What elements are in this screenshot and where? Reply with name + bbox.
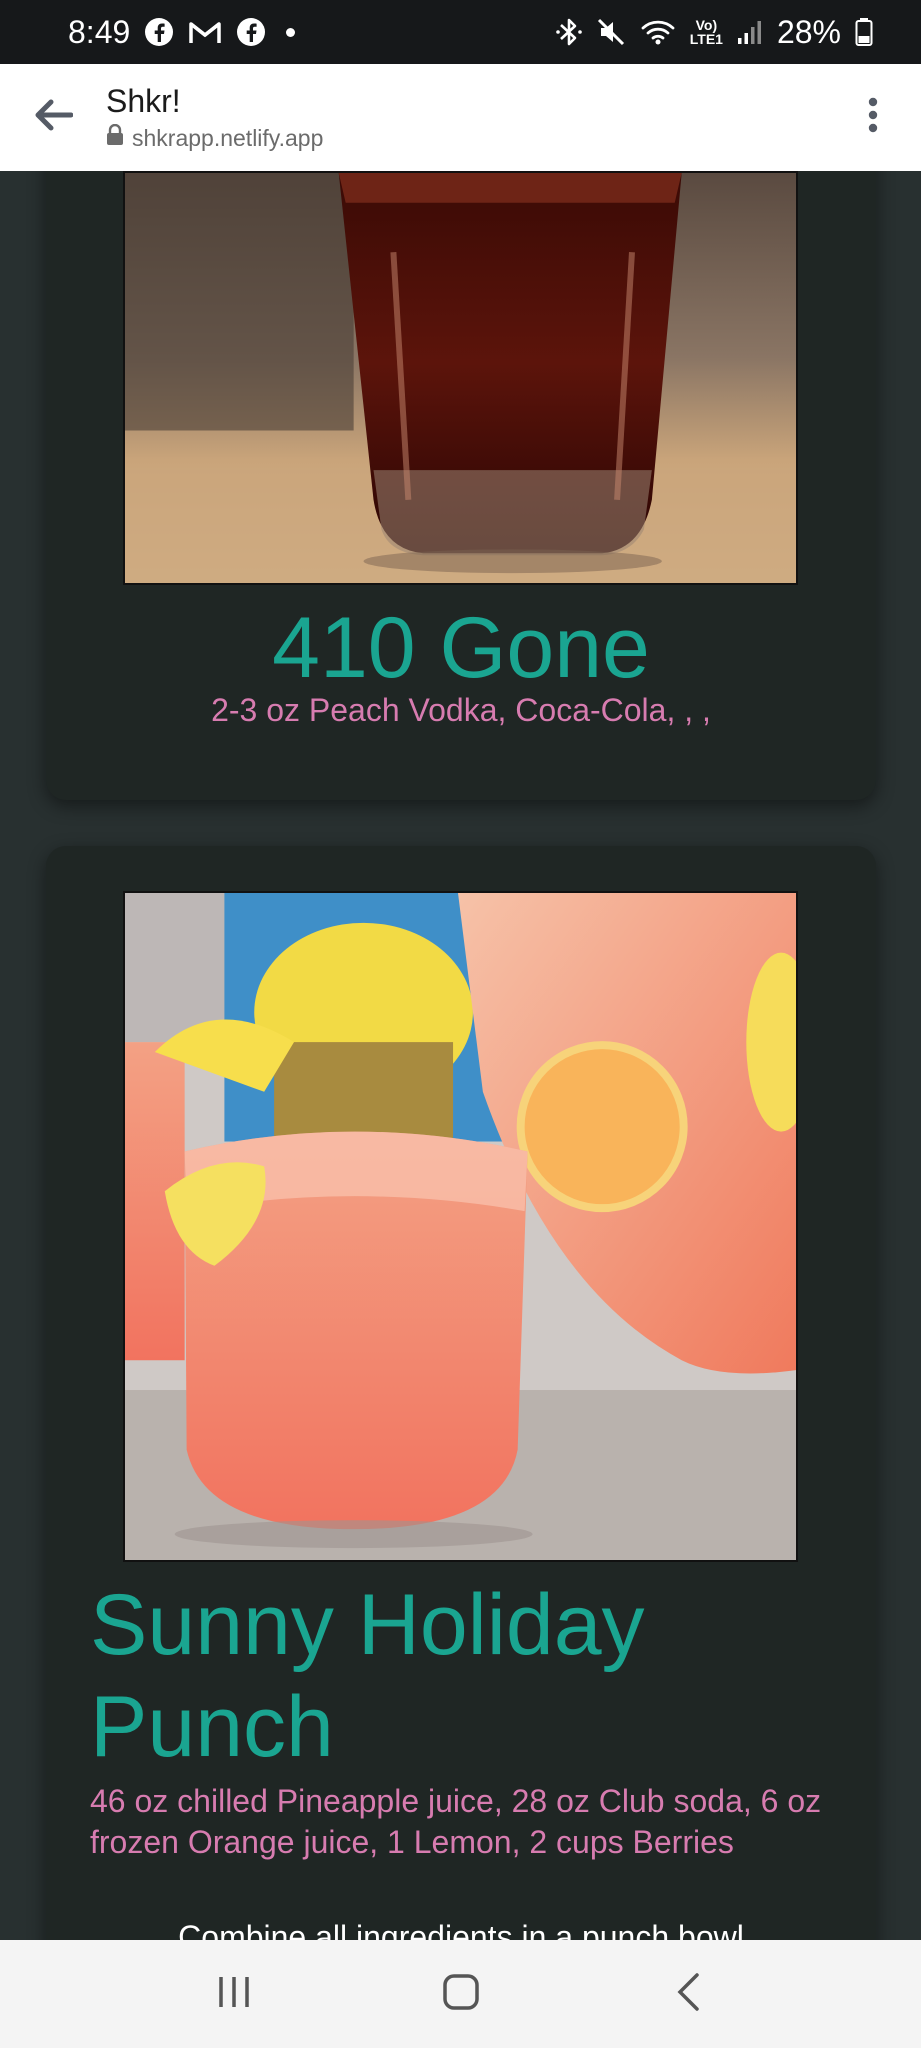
status-bar: 8:49 Vo) LTE1 28% bbox=[0, 0, 921, 64]
drink-card[interactable]: Sunny Holiday Punch 46 oz chilled Pineap… bbox=[46, 846, 876, 1940]
url-text: shkrapp.netlify.app bbox=[132, 124, 324, 151]
overflow-menu-button[interactable] bbox=[843, 85, 903, 151]
status-left: 8:49 bbox=[68, 13, 296, 51]
recent-apps-icon bbox=[217, 1975, 251, 2014]
bluetooth-icon bbox=[555, 16, 582, 48]
drink-ingredients: 2-3 oz Peach Vodka, Coca-Cola, , , bbox=[211, 692, 711, 728]
facebook-icon bbox=[236, 17, 266, 47]
drink-name: 410 Gone bbox=[272, 600, 650, 696]
recent-apps-button[interactable] bbox=[194, 1954, 274, 2034]
drink-card[interactable]: 410 Gone 2-3 oz Peach Vodka, Coca-Cola, … bbox=[46, 171, 876, 800]
home-icon bbox=[442, 1973, 480, 2016]
notification-dot bbox=[286, 27, 296, 37]
volte-indicator: Vo) LTE1 bbox=[690, 18, 723, 46]
chevron-left-icon bbox=[675, 1972, 701, 2017]
drink-photo bbox=[123, 171, 798, 585]
status-right: Vo) LTE1 28% bbox=[555, 13, 873, 51]
lock-icon bbox=[106, 123, 124, 152]
url-block[interactable]: Shkr! shkrapp.netlify.app bbox=[106, 83, 843, 152]
browser-toolbar: Shkr! shkrapp.netlify.app bbox=[0, 64, 921, 171]
volte-bottom-label: LTE1 bbox=[689, 31, 723, 47]
arrow-left-icon bbox=[33, 98, 74, 137]
facebook-icon bbox=[144, 17, 174, 47]
status-time: 8:49 bbox=[68, 13, 131, 50]
volte-top-label: Vo) bbox=[695, 17, 718, 33]
home-button[interactable] bbox=[421, 1954, 501, 2034]
more-vertical-icon bbox=[868, 97, 878, 138]
gmail-icon bbox=[188, 18, 222, 46]
url-row: shkrapp.netlify.app bbox=[106, 123, 843, 152]
battery-icon bbox=[855, 17, 873, 47]
drink-ingredients: 46 oz chilled Pineapple juice, 28 oz Clu… bbox=[90, 1783, 822, 1860]
back-button[interactable] bbox=[20, 85, 86, 151]
drink-photo-image bbox=[125, 173, 796, 583]
signal-icon bbox=[737, 18, 763, 46]
system-nav-bar bbox=[0, 1940, 921, 2048]
content-viewport[interactable]: 410 Gone 2-3 oz Peach Vodka, Coca-Cola, … bbox=[0, 171, 921, 1940]
drink-photo bbox=[123, 891, 798, 1562]
mute-icon bbox=[596, 17, 626, 47]
drink-photo-image bbox=[125, 893, 796, 1560]
page-title: Shkr! bbox=[106, 83, 181, 119]
back-nav-button[interactable] bbox=[648, 1954, 728, 2034]
battery-percent: 28% bbox=[776, 13, 841, 50]
drink-instructions: Combine all ingredients in a punch bowl bbox=[178, 1919, 744, 1940]
wifi-icon bbox=[640, 17, 676, 47]
drink-name: Sunny Holiday Punch bbox=[90, 1577, 645, 1775]
